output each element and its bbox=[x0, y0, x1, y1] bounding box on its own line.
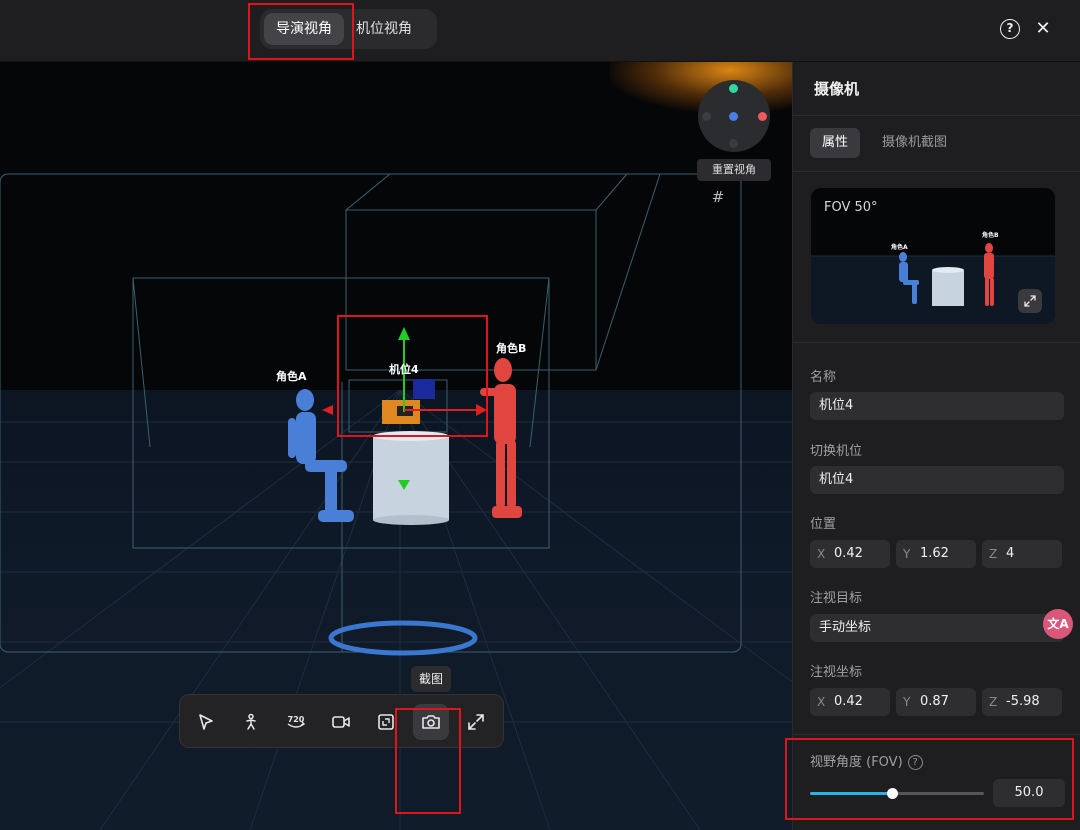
character-b-label: 角色B bbox=[496, 342, 527, 355]
translate-icon[interactable]: 文A bbox=[1043, 609, 1073, 639]
tab-camera-screenshots[interactable]: 摄像机截图 bbox=[870, 128, 959, 158]
name-label: 名称 bbox=[810, 370, 837, 385]
divider bbox=[793, 342, 1080, 343]
gizmo-x-axis-dot[interactable] bbox=[758, 112, 767, 121]
character-a-label: 角色A bbox=[276, 370, 307, 383]
rotate-360-tool[interactable]: 720 bbox=[278, 704, 314, 740]
expand-icon bbox=[1024, 295, 1036, 307]
tab-camera-view[interactable]: 机位视角 bbox=[344, 13, 424, 45]
screenshot-tool[interactable] bbox=[413, 704, 449, 740]
position-y-input[interactable]: Y 1.62 bbox=[896, 540, 976, 568]
look-coord-y-value: 0.87 bbox=[920, 694, 949, 709]
look-coord-x-input[interactable]: X 0.42 bbox=[810, 688, 890, 716]
look-coord-z-value: -5.98 bbox=[1006, 694, 1040, 709]
preview-expand-button[interactable] bbox=[1018, 289, 1042, 313]
position-y-value: 1.62 bbox=[920, 546, 949, 561]
fov-label-text: 视野角度 (FOV) bbox=[810, 755, 903, 770]
divider bbox=[793, 171, 1080, 172]
gizmo-neg-y-dot[interactable] bbox=[729, 139, 738, 148]
fov-slider[interactable] bbox=[810, 788, 984, 799]
video-camera-icon bbox=[332, 716, 350, 728]
grid-icon[interactable]: # bbox=[710, 189, 726, 205]
position-z-input[interactable]: Z 4 bbox=[982, 540, 1062, 568]
camera-preview[interactable]: FOV 50° 角色A 角色B bbox=[811, 188, 1055, 324]
person-icon bbox=[246, 713, 256, 730]
tab-properties[interactable]: 属性 bbox=[810, 128, 861, 158]
position-z-value: 4 bbox=[1006, 546, 1015, 561]
divider bbox=[793, 734, 1080, 735]
preview-character-a-label: 角色A bbox=[891, 244, 908, 251]
preview-fov-text: FOV 50° bbox=[824, 200, 878, 215]
fov-value-input[interactable]: 50.0 bbox=[993, 779, 1065, 807]
screenshot-tooltip: 截图 bbox=[411, 666, 452, 692]
y-axis-label: Y bbox=[903, 547, 911, 561]
frame-icon bbox=[378, 714, 394, 730]
position-x-value: 0.42 bbox=[834, 546, 863, 561]
position-label: 位置 bbox=[810, 517, 837, 532]
gizmo-neg-x-dot[interactable] bbox=[702, 112, 711, 121]
z-axis-label: Z bbox=[989, 547, 998, 561]
orientation-gizmo[interactable] bbox=[698, 80, 770, 152]
view-mode-switch: 导演视角 机位视角 bbox=[260, 9, 437, 49]
x-axis-label: X bbox=[817, 547, 826, 561]
name-input[interactable]: 机位4 bbox=[810, 392, 1064, 420]
fov-label: 视野角度 (FOV)? bbox=[810, 751, 923, 770]
cursor-icon bbox=[199, 714, 213, 730]
switch-camera-label: 切换机位 bbox=[810, 444, 863, 459]
camera-panel: 摄像机 属性 摄像机截图 FOV 50° 角色A 角色B 名称 机位4 切换机位… bbox=[792, 62, 1080, 830]
character-tool[interactable] bbox=[233, 704, 269, 740]
select-tool[interactable] bbox=[188, 704, 224, 740]
look-coord-x-value: 0.42 bbox=[834, 694, 863, 709]
fullscreen-tool[interactable] bbox=[458, 704, 494, 740]
bottom-toolbar: 720 bbox=[179, 694, 504, 748]
panel-title: 摄像机 bbox=[814, 80, 860, 98]
fov-slider-fill bbox=[810, 792, 892, 795]
look-coord-y-input[interactable]: Y 0.87 bbox=[896, 688, 976, 716]
look-coord-z-input[interactable]: Z -5.98 bbox=[982, 688, 1062, 716]
camera-label: 机位4 bbox=[389, 363, 419, 376]
preview-character-b-label: 角色B bbox=[982, 232, 999, 239]
tab-director-view[interactable]: 导演视角 bbox=[264, 13, 344, 45]
help-circle-icon[interactable]: ? bbox=[1000, 19, 1020, 39]
divider bbox=[793, 115, 1080, 116]
look-target-label: 注视目标 bbox=[810, 591, 863, 606]
photo-camera-icon bbox=[422, 715, 440, 729]
position-x-input[interactable]: X 0.42 bbox=[810, 540, 890, 568]
z-axis-label: Z bbox=[989, 695, 998, 709]
look-target-select[interactable]: 手动坐标 bbox=[810, 614, 1064, 642]
close-icon[interactable]: ✕ bbox=[1033, 19, 1053, 39]
gizmo-z-axis-dot[interactable] bbox=[729, 112, 738, 121]
reset-view-button[interactable]: 重置视角 bbox=[697, 159, 771, 181]
expand-icon bbox=[468, 714, 484, 730]
x-axis-label: X bbox=[817, 695, 826, 709]
camera-tool[interactable] bbox=[323, 704, 359, 740]
switch-camera-select[interactable]: 机位4 bbox=[810, 466, 1064, 494]
look-coord-label: 注视坐标 bbox=[810, 665, 863, 680]
fov-slider-thumb[interactable] bbox=[886, 788, 898, 799]
rotate-360-icon: 720 bbox=[287, 715, 306, 728]
help-circle-icon[interactable]: ? bbox=[907, 755, 923, 770]
top-bar: 导演视角 机位视角 ? ✕ bbox=[0, 0, 1080, 62]
frame-tool[interactable] bbox=[368, 704, 404, 740]
gizmo-y-axis-dot[interactable] bbox=[729, 84, 738, 93]
y-axis-label: Y bbox=[903, 695, 911, 709]
